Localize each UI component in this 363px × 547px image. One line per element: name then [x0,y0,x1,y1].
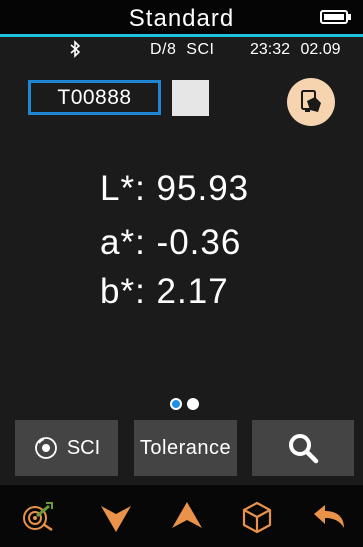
b-value: 2.17 [156,272,229,311]
a-value-row: a*: -0.36 [100,223,241,263]
target-icon[interactable] [21,500,55,534]
l-value-row: L*: 95.93 [100,169,249,209]
color-swatch [172,80,209,116]
tolerance-button[interactable]: Tolerance [134,420,237,476]
clock: 23:32 02.09 [250,41,341,59]
measurement-mode: D/8 SCI [150,41,215,58]
back-arrow-icon[interactable] [312,500,346,534]
search-icon [289,434,319,464]
sample-name-field[interactable]: T00888 [28,80,161,115]
b-value-row: b*: 2.17 [100,272,229,312]
title-bar: Standard [0,0,363,34]
l-label: L*: [100,169,146,208]
a-label: a*: [100,223,146,262]
l-value: 95.93 [156,169,250,208]
date: 02.09 [300,41,341,58]
measure-icon [301,90,321,112]
a-value: -0.36 [156,223,242,262]
time: 23:32 [250,41,291,58]
sci-lens-icon [34,437,57,459]
sci-button[interactable]: SCI [15,420,118,476]
chevron-down-icon[interactable] [99,500,133,534]
search-button[interactable] [252,420,354,476]
battery-tip [348,14,351,20]
status-bar: D/8 SCI 23:32 02.09 [0,37,363,61]
page-title: Standard [128,5,235,32]
cube-icon[interactable] [240,500,274,534]
device-screen: Standard D/8 SCI 23:32 02.09 T00888 L*: … [0,0,363,547]
battery-full-icon [320,10,348,24]
sci-label: SCI [66,436,101,459]
b-label: b*: [100,272,146,311]
measure-button[interactable] [287,78,335,126]
page-indicator-active[interactable] [170,398,182,410]
chevron-up-icon[interactable] [170,500,204,534]
bluetooth-icon [70,40,81,58]
tolerance-label: Tolerance [139,436,232,459]
page-indicator[interactable] [187,398,199,410]
